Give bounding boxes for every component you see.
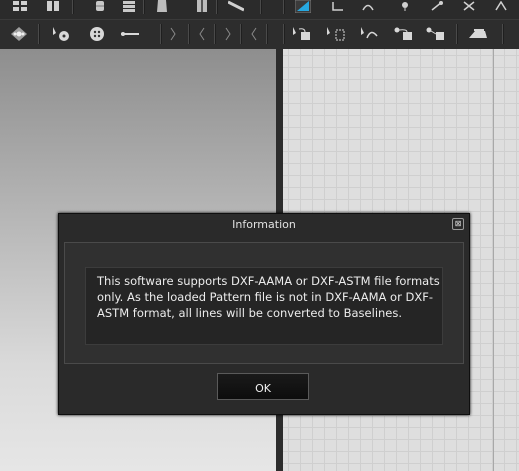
dialog-message: This software supports DXF-AAMA or DXF-A… [97,274,440,320]
node-icon[interactable] [10,25,28,43]
tool-icon-5[interactable] [494,0,508,12]
spool-icon[interactable] [92,0,108,12]
book-icon[interactable] [45,0,61,12]
tool-icon[interactable] [361,0,375,12]
corner-icon[interactable] [331,0,345,12]
point-select-icon[interactable] [51,25,71,43]
message-box: This software supports DXF-AAMA or DXF-A… [85,267,443,345]
arrow-point-icon[interactable] [291,25,313,43]
arrow-point-icon-4[interactable] [425,25,447,43]
garment-icon[interactable] [154,0,170,12]
information-dialog: Information ⊠ This software supports DXF… [58,213,470,415]
arrow-point-icon-2[interactable] [325,25,347,43]
tool-icon-3[interactable] [430,0,444,12]
tool-icon-2[interactable] [398,0,412,12]
notch-icon-3[interactable] [222,25,234,43]
dialog-body: This software supports DXF-AAMA or DXF-A… [64,242,464,364]
tool-icon-4[interactable] [462,0,476,12]
shirt-icon[interactable] [194,0,210,12]
line-icon[interactable] [118,25,142,43]
grid-icon[interactable] [12,0,28,12]
ok-button[interactable]: OK [217,373,309,400]
spool-stack-icon[interactable] [121,0,137,12]
secondary-toolbar [0,19,519,50]
notch-icon-4[interactable] [248,25,260,43]
notch-icon-2[interactable] [196,25,208,43]
canvas-guide-line [493,49,494,471]
notch-icon[interactable] [167,25,179,43]
close-icon[interactable]: ⊠ [452,218,464,230]
dimension-icon[interactable] [294,0,312,13]
button-icon[interactable] [88,25,106,43]
arrow-point-icon-3[interactable] [393,25,415,43]
ruler-icon[interactable] [228,0,244,12]
dialog-title: Information [232,218,296,231]
main-toolbar [0,0,519,19]
curve-arrow-icon[interactable] [359,25,381,43]
iron-icon[interactable] [466,25,490,43]
